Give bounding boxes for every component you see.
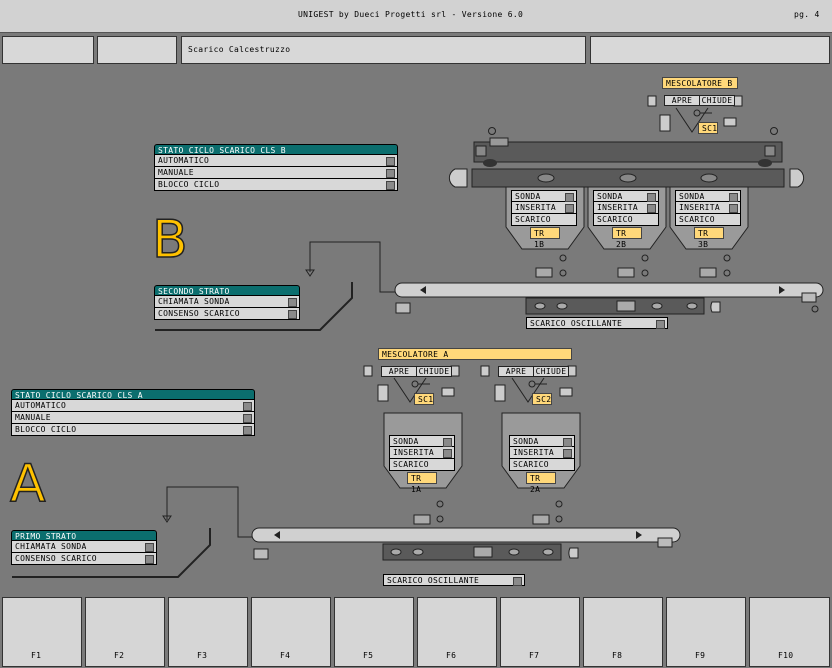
hopper-3b-panel: SONDA INSERITA SCARICO [675,190,741,226]
hopper-1a-scarico[interactable]: SCARICO [389,459,455,471]
status-indicator [647,204,656,213]
hopper-1b-panel: SONDA INSERITA SCARICO [511,190,577,226]
strato-a-consenso[interactable]: CONSENSO SCARICO [11,553,157,565]
status-indicator [565,193,574,202]
status-indicator [386,157,395,166]
strato-b-panel: SECONDO STRATO CHIAMATA SONDA CONSENSO S… [154,285,300,320]
hopper-2b-tr-label: TR 2B [612,227,642,249]
hopper-3b-sonda[interactable]: SONDA [675,190,741,202]
status-indicator [145,555,154,564]
status-indicator [729,193,738,202]
status-indicator [647,193,656,202]
mixer-a-sc1-label: SC1 [414,393,434,405]
mixer-b-label: MESCOLATORE B [662,77,738,89]
strato-a-chiamata[interactable]: CHIAMATA SONDA [11,541,157,553]
ciclo-b-automatico[interactable]: AUTOMATICO [154,155,398,167]
hopper-1b-scarico[interactable]: SCARICO [511,214,577,226]
ciclo-a-manuale[interactable]: MANUALE [11,412,255,424]
oscillante-a-status[interactable]: SCARICO OSCILLANTE [383,574,525,586]
f4-key[interactable]: F4 [251,597,331,667]
status-indicator [145,543,154,552]
hopper-3b-inserita[interactable]: INSERITA [675,202,741,214]
mixer-a-chiude-2-button[interactable]: CHIUDE [533,366,569,377]
hopper-3b-tr-label: TR 3B [694,227,724,249]
f5-key[interactable]: F5 [334,597,414,667]
section-b-letter: B [151,210,188,270]
hopper-1a-tr-label: TR 1A [407,472,437,494]
hopper-2a-scarico[interactable]: SCARICO [509,459,575,471]
status-indicator [386,169,395,178]
hopper-2b-inserita[interactable]: INSERITA [593,202,659,214]
hopper-2b-scarico[interactable]: SCARICO [593,214,659,226]
ciclo-a-blocco[interactable]: BLOCCO CICLO [11,424,255,436]
hopper-1b-inserita[interactable]: INSERITA [511,202,577,214]
hopper-1b-sonda[interactable]: SONDA [511,190,577,202]
status-indicator [288,298,297,307]
ciclo-b-manuale[interactable]: MANUALE [154,167,398,179]
status-indicator [443,438,452,447]
mixer-b-apre-button[interactable]: APRE [664,95,700,106]
f3-key[interactable]: F3 [168,597,248,667]
strato-b-consenso[interactable]: CONSENSO SCARICO [154,308,300,320]
hopper-2a-panel: SONDA INSERITA SCARICO [509,435,575,471]
mixer-a-apre-1-button[interactable]: APRE [381,366,417,377]
f6-key[interactable]: F6 [417,597,497,667]
hopper-1b-tr-label: TR 1B [530,227,560,249]
ciclo-a-panel: STATO CICLO SCARICO CLS A AUTOMATICO MAN… [11,389,255,436]
strato-a-title: PRIMO STRATO [11,530,157,541]
mixer-a-apre-2-button[interactable]: APRE [498,366,534,377]
status-indicator [565,204,574,213]
f9-key[interactable]: F9 [666,597,746,667]
strato-a-panel: PRIMO STRATO CHIAMATA SONDA CONSENSO SCA… [11,530,157,565]
mixer-b-sc1-label: SC1 [698,122,718,134]
mixer-a-chiude-1-button[interactable]: CHIUDE [416,366,452,377]
ciclo-a-title: STATO CICLO SCARICO CLS A [11,389,255,400]
hopper-2b-sonda[interactable]: SONDA [593,190,659,202]
f10-key[interactable]: F10 [749,597,830,667]
status-indicator [513,577,522,586]
mixer-a-label: MESCOLATORE A [378,348,572,360]
ciclo-b-panel: STATO CICLO SCARICO CLS B AUTOMATICO MAN… [154,144,398,191]
hopper-2a-tr-label: TR 2A [526,472,556,494]
status-indicator [656,320,665,329]
ciclo-a-automatico[interactable]: AUTOMATICO [11,400,255,412]
hopper-3b-scarico[interactable]: SCARICO [675,214,741,226]
status-indicator [563,449,572,458]
oscillante-b-status[interactable]: SCARICO OSCILLANTE [526,317,668,329]
status-indicator [243,414,252,423]
status-indicator [243,426,252,435]
strato-b-title: SECONDO STRATO [154,285,300,296]
status-indicator [563,438,572,447]
ciclo-b-blocco[interactable]: BLOCCO CICLO [154,179,398,191]
f8-key[interactable]: F8 [583,597,663,667]
mixer-b-chiude-button[interactable]: CHIUDE [699,95,735,106]
hopper-1a-inserita[interactable]: INSERITA [389,447,455,459]
mixer-a-sc2-label: SC2 [532,393,552,405]
hopper-2a-inserita[interactable]: INSERITA [509,447,575,459]
status-indicator [443,449,452,458]
f2-key[interactable]: F2 [85,597,165,667]
status-indicator [729,204,738,213]
f7-key[interactable]: F7 [500,597,580,667]
status-indicator [243,402,252,411]
section-a-letter: A [9,454,46,514]
f1-key[interactable]: F1 [2,597,82,667]
ciclo-b-title: STATO CICLO SCARICO CLS B [154,144,398,155]
hopper-1a-panel: SONDA INSERITA SCARICO [389,435,455,471]
hopper-1a-sonda[interactable]: SONDA [389,435,455,447]
status-indicator [288,310,297,319]
status-indicator [386,181,395,190]
hopper-2b-panel: SONDA INSERITA SCARICO [593,190,659,226]
hopper-2a-sonda[interactable]: SONDA [509,435,575,447]
strato-b-chiamata[interactable]: CHIAMATA SONDA [154,296,300,308]
